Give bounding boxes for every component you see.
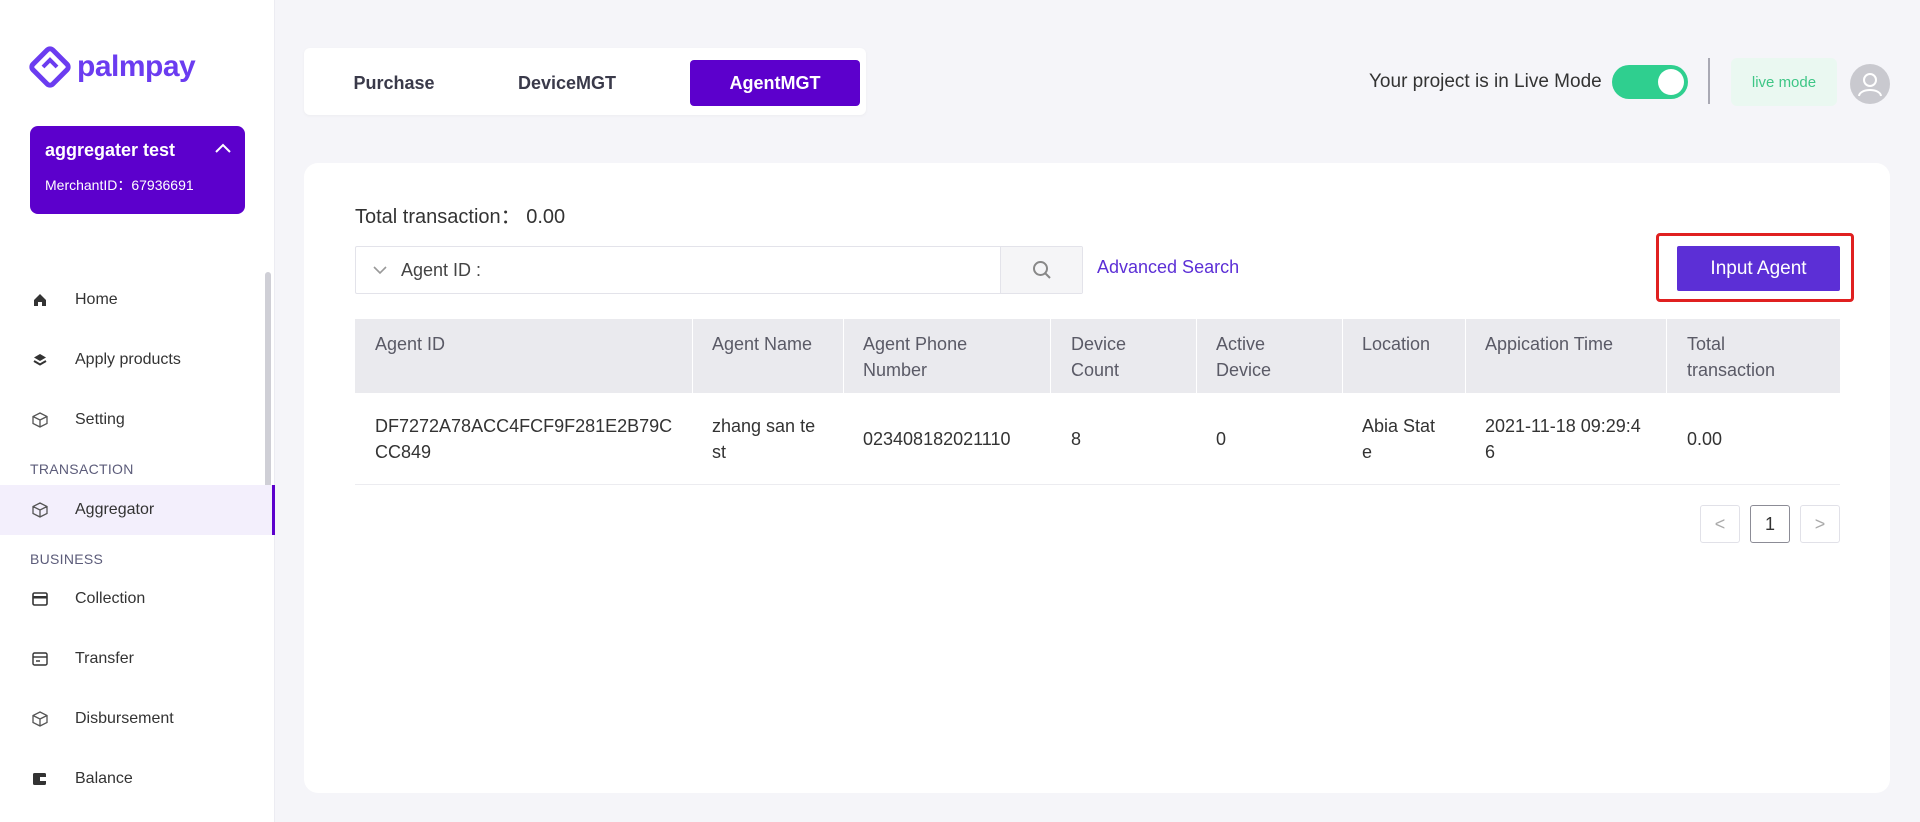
live-mode-text: Your project is in Live Mode [1369, 71, 1602, 92]
cube-icon [32, 502, 48, 518]
col-active-device: Active Device [1216, 334, 1272, 380]
product-tabs: Purchase DeviceMGT AgentMGT [304, 48, 866, 115]
column-divider [692, 319, 693, 393]
transfer-icon [32, 651, 48, 667]
sidebar-item-balance[interactable]: Balance [0, 754, 275, 804]
cell-phone: 023408182021110 [863, 429, 1011, 449]
input-agent-button[interactable]: Input Agent [1677, 246, 1840, 291]
sidebar-item-apply-products[interactable]: Apply products [0, 335, 275, 385]
brand-logo[interactable]: palmpay [29, 46, 196, 88]
brand-name: palmpay [77, 50, 196, 83]
advanced-search-link[interactable]: Advanced Search [1097, 257, 1239, 278]
cell-agent-name: zhang san test [712, 416, 816, 462]
next-page-button[interactable]: > [1800, 505, 1840, 543]
sidebar-item-aggregator[interactable]: Aggregator [0, 485, 275, 535]
search-button[interactable] [1000, 247, 1082, 293]
search-icon [1032, 261, 1051, 279]
sidebar-item-label: Balance [75, 770, 133, 787]
cube-icon [32, 412, 48, 428]
wallet-icon [32, 771, 48, 787]
col-agent-phone: Agent Phone Number [863, 334, 968, 380]
sidebar-item-transfer[interactable]: Transfer [0, 634, 275, 684]
sidebar-item-setting[interactable]: Setting [0, 395, 275, 445]
agent-search-box[interactable]: Agent ID : [355, 246, 1083, 294]
search-field-label: Agent ID : [401, 260, 482, 280]
merchant-name: aggregater test [45, 140, 176, 160]
col-location: Location [1362, 334, 1431, 354]
page-number-button[interactable]: 1 [1750, 505, 1790, 543]
palmpay-logo-icon [29, 46, 71, 88]
col-total-transaction: Total transaction [1687, 334, 1776, 380]
toggle-knob [1658, 69, 1684, 95]
sidebar-item-label: Transfer [75, 650, 134, 667]
column-divider [1342, 319, 1343, 393]
chevron-up-icon[interactable] [215, 140, 231, 158]
sidebar-item-label: Setting [75, 411, 125, 428]
sidebar-item-label: Aggregator [75, 501, 155, 518]
header-divider [1708, 58, 1710, 104]
home-icon [32, 292, 48, 308]
col-application-time: Appication Time [1485, 334, 1614, 354]
sidebar-item-label: Collection [75, 590, 146, 607]
sidebar-item-label: Home [75, 291, 118, 308]
merchant-id: MerchantID：67936691 [45, 177, 194, 193]
prev-page-button[interactable]: < [1700, 505, 1740, 543]
column-divider [1050, 319, 1051, 393]
column-divider [1465, 319, 1466, 393]
user-icon [1858, 73, 1882, 97]
layers-icon [32, 352, 48, 368]
cell-device-count: 8 [1071, 429, 1082, 449]
table-header: Agent ID Agent Name Agent Phone Number D… [355, 319, 1840, 393]
live-mode-toggle[interactable] [1612, 65, 1688, 99]
card-icon [32, 591, 48, 607]
sidebar: palmpay aggregater test MerchantID：67936… [0, 0, 275, 822]
total-transaction: Total transaction： 0.00 [355, 206, 566, 228]
cell-active-device: 0 [1216, 429, 1227, 449]
sidebar-item-home[interactable]: Home [0, 275, 275, 325]
column-divider [1666, 319, 1667, 393]
sidebar-item-disbursement[interactable]: Disbursement [0, 694, 275, 744]
cell-agent-id: DF7272A78ACC4FCF9F281E2B79CCC849 [375, 416, 673, 462]
col-device-count: Device Count [1071, 334, 1127, 380]
tab-agentmgt[interactable]: AgentMGT [690, 60, 860, 106]
tab-devicemgt[interactable]: DeviceMGT [476, 60, 658, 106]
sidebar-item-collection[interactable]: Collection [0, 574, 275, 624]
column-divider [1196, 319, 1197, 393]
chevron-left-icon: < [1714, 513, 1726, 534]
section-label-transaction: TRANSACTION [30, 461, 134, 477]
chevron-right-icon: > [1814, 513, 1826, 534]
cell-total: 0.00 [1687, 429, 1723, 449]
cell-application-time: 2021-11-18 09:29:46 [1485, 416, 1641, 462]
table-row[interactable]: DF7272A78ACC4FCF9F281E2B79CCC849 zhang s… [355, 393, 1840, 485]
tab-purchase[interactable]: Purchase [312, 60, 476, 106]
col-agent-id: Agent ID [375, 334, 446, 354]
avatar[interactable] [1850, 64, 1890, 104]
sidebar-item-label: Apply products [75, 351, 181, 368]
sidebar-item-label: Disbursement [75, 710, 174, 727]
merchant-switcher[interactable]: aggregater test MerchantID：67936691 [30, 126, 245, 214]
cell-location: Abia State [1362, 416, 1436, 462]
cube-icon [32, 711, 48, 727]
chevron-down-icon[interactable] [372, 261, 388, 284]
section-label-business: BUSINESS [30, 551, 104, 567]
column-divider [843, 319, 844, 393]
col-agent-name: Agent Name [712, 334, 813, 354]
mode-badge: live mode [1731, 58, 1837, 106]
